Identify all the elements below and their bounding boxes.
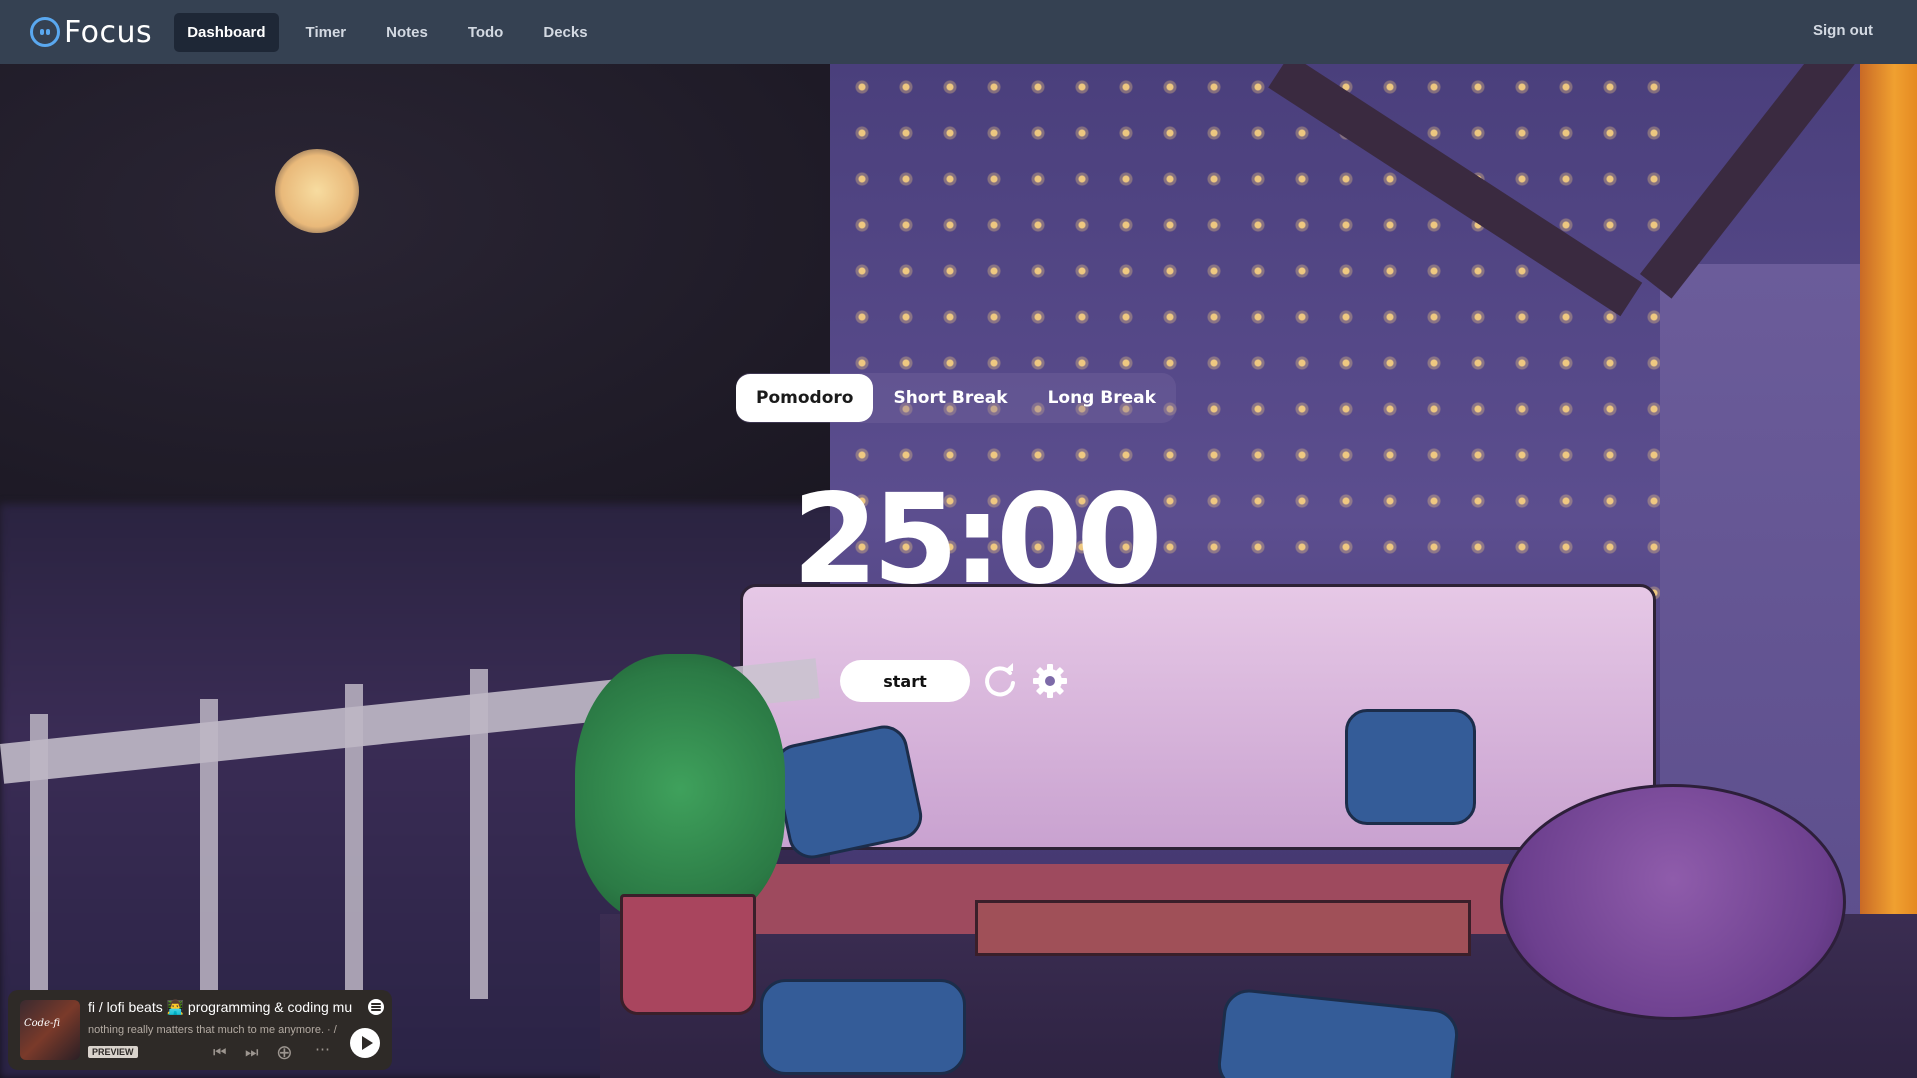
refresh-icon[interactable] xyxy=(980,661,1020,701)
spotify-icon[interactable] xyxy=(368,999,384,1015)
main-nav: Dashboard Timer Notes Todo Decks xyxy=(174,12,614,52)
app-name: Focus xyxy=(64,14,153,50)
timer-display: 25:00 xyxy=(792,468,1163,612)
tab-pomodoro[interactable]: Pomodoro xyxy=(736,374,874,422)
track-title[interactable]: fi / lofi beats 👨‍💻 programming & coding… xyxy=(88,999,358,1016)
beanbag xyxy=(1500,784,1846,1020)
more-icon[interactable]: ⋯ xyxy=(315,1040,330,1058)
app-logo[interactable]: Focus xyxy=(30,15,152,50)
add-icon[interactable]: ⊕ xyxy=(276,1040,293,1065)
album-art: Code-fi xyxy=(20,1000,80,1060)
album-art-text: Code-fi xyxy=(24,1018,61,1029)
potted-plant xyxy=(575,654,785,924)
coffee-table xyxy=(975,900,1471,956)
tab-short-break[interactable]: Short Break xyxy=(873,374,1027,422)
nav-todo[interactable]: Todo xyxy=(455,13,517,52)
timer-controls: start xyxy=(840,660,1070,702)
preview-badge: PREVIEW xyxy=(88,1046,138,1058)
tab-long-break[interactable]: Long Break xyxy=(1028,374,1176,422)
sign-out-button[interactable]: Sign out xyxy=(1813,22,1873,39)
timer-mode-selector: Pomodoro Short Break Long Break xyxy=(736,373,1176,423)
nav-timer[interactable]: Timer xyxy=(293,13,360,52)
railing-post xyxy=(470,669,488,999)
pillow xyxy=(1345,709,1476,825)
nav-notes[interactable]: Notes xyxy=(373,13,441,52)
railing-post xyxy=(345,684,363,1014)
plant-pot xyxy=(620,894,756,1015)
play-icon[interactable] xyxy=(350,1028,380,1058)
railing-post xyxy=(200,699,218,1029)
moon xyxy=(275,149,359,233)
top-navigation-bar: Focus Dashboard Timer Notes Todo Decks S… xyxy=(0,0,1917,64)
nav-dashboard[interactable]: Dashboard xyxy=(174,12,279,52)
previous-icon[interactable]: ⏮ xyxy=(213,1044,227,1061)
start-button[interactable]: start xyxy=(840,660,970,702)
gear-icon[interactable] xyxy=(1030,661,1070,701)
music-player-widget: Code-fi fi / lofi beats 👨‍💻 programming … xyxy=(8,990,392,1070)
nav-decks[interactable]: Decks xyxy=(530,13,600,52)
next-icon[interactable]: ⏭ xyxy=(245,1044,259,1061)
floor-pillow xyxy=(760,979,966,1075)
logo-icon xyxy=(30,17,60,47)
track-subtitle: nothing really matters that much to me a… xyxy=(88,1024,337,1036)
